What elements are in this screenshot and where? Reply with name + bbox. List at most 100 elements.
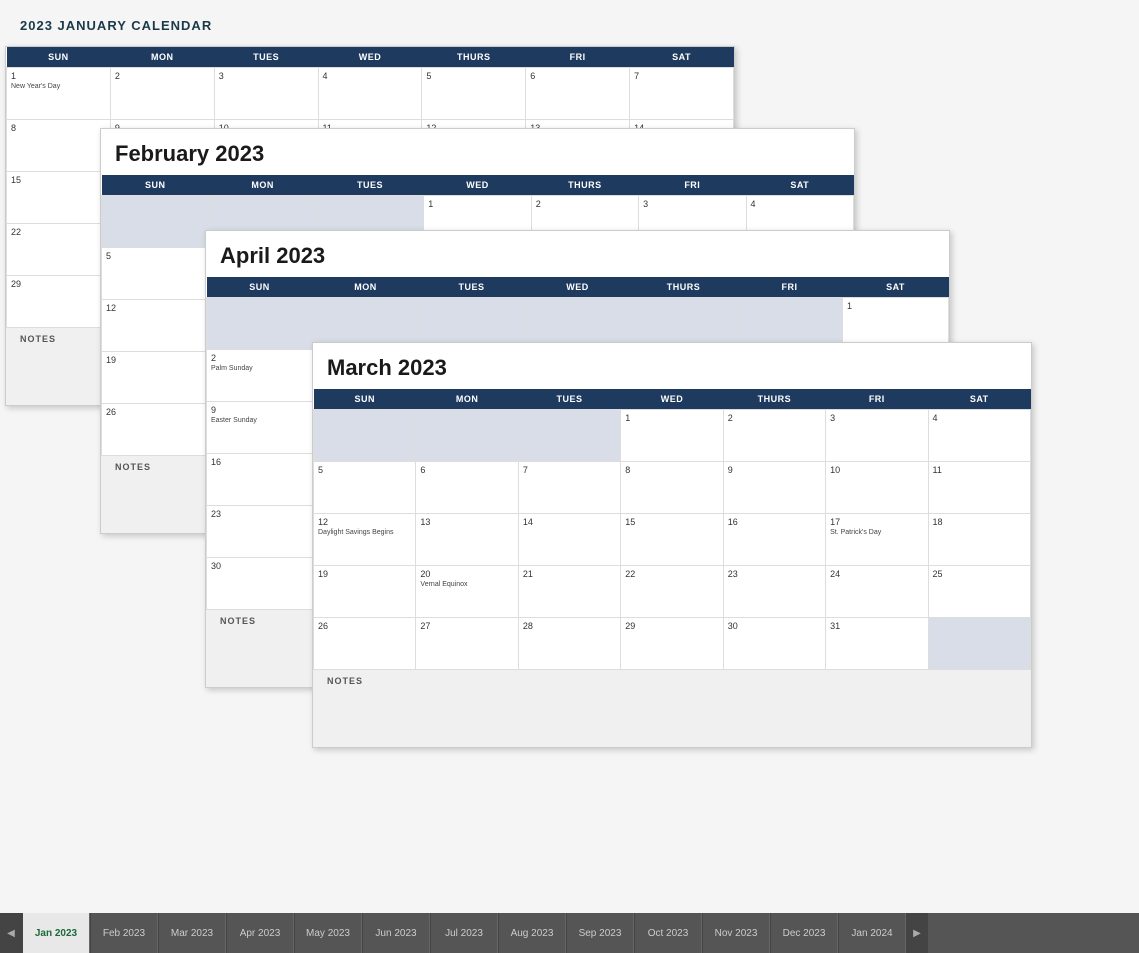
feb-title: February 2023 [101,129,854,175]
day-number: 21 [523,569,616,579]
tab-nov-2023[interactable]: Nov 2023 [702,913,770,953]
table-row: 7 [518,462,620,514]
tab-apr-2023[interactable]: Apr 2023 [226,913,294,953]
day-number: 7 [634,71,729,81]
day-number: 28 [523,621,616,631]
jan-sun-header: SUN [7,47,111,68]
feb-sun-header: SUN [102,175,209,196]
tab-bar-inner: ◀ Jan 2023 Feb 2023 Mar 2023 Apr 2023 Ma… [0,913,1139,953]
table-row: 22 [621,566,723,618]
mar-notes-label: NOTES [313,670,1031,692]
day-number: 29 [625,621,718,631]
page-title: 2023 JANUARY CALENDAR [20,18,1119,33]
table-row [102,196,209,248]
apr-mon-header: MON [313,277,419,298]
table-row: 6 [416,462,518,514]
jan-tues-header: TUES [214,47,318,68]
day-number: 16 [211,457,308,467]
day-number: 5 [106,251,204,261]
table-row: 5 [314,462,416,514]
tab-oct-2023[interactable]: Oct 2023 [634,913,702,953]
day-number: 30 [728,621,821,631]
march-calendar: March 2023 SUN MON TUES WED THURS FRI SA… [312,342,1032,748]
day-number: 12 [318,517,411,527]
tab-jan-2024[interactable]: Jan 2024 [838,913,906,953]
table-row: 10 [826,462,928,514]
table-row: 17St. Patrick's Day [826,514,928,566]
day-number: 13 [420,517,513,527]
table-row [928,618,1030,670]
day-number: 22 [625,569,718,579]
feb-tues-header: TUES [316,175,423,196]
day-number: 26 [106,407,204,417]
table-row: 2 [110,68,214,120]
day-number: 18 [933,517,1026,527]
table-row: 26 [314,618,416,670]
table-row: 2Palm Sunday [207,350,313,402]
tab-dec-2023[interactable]: Dec 2023 [770,913,838,953]
table-row: 26 [102,404,209,456]
tab-mar-2023[interactable]: Mar 2023 [158,913,226,953]
tab-may-2023[interactable]: May 2023 [294,913,362,953]
mar-title: March 2023 [313,343,1031,389]
day-number: 17 [830,517,923,527]
tab-jan-2023[interactable]: Jan 2023 [22,913,90,953]
tab-aug-2023[interactable]: Aug 2023 [498,913,566,953]
table-row: 1 [621,410,723,462]
apr-title: April 2023 [206,231,949,277]
day-number: 4 [933,413,1026,423]
mar-tues-header: TUES [518,389,620,410]
day-number: 24 [830,569,923,579]
day-number: 1 [428,199,526,209]
day-number: 2 [536,199,634,209]
table-row: 9 [723,462,825,514]
day-number: 27 [420,621,513,631]
table-row: 3 [826,410,928,462]
feb-wed-header: WED [424,175,531,196]
tab-feb-2023[interactable]: Feb 2023 [90,913,158,953]
table-row: 6 [526,68,630,120]
table-row: 15 [621,514,723,566]
table-row: 24 [826,566,928,618]
table-row: 18 [928,514,1030,566]
table-row: 28 [518,618,620,670]
table-row: 11 [928,462,1030,514]
day-number: 31 [830,621,923,631]
table-row: 21 [518,566,620,618]
day-number: 19 [106,355,204,365]
day-number: 6 [530,71,625,81]
table-row: 23 [723,566,825,618]
table-row: 4 [318,68,422,120]
mar-fri-header: FRI [826,389,928,410]
main-content: 2023 JANUARY CALENDAR January 2023 SUN M… [0,0,1139,913]
mar-wed-header: WED [621,389,723,410]
table-row: 31 [826,618,928,670]
apr-wed-header: WED [525,277,631,298]
day-number: 8 [11,123,106,133]
table-row: 25 [928,566,1030,618]
table-row: 16 [207,454,313,506]
tab-next-button[interactable]: ▶ [906,913,928,953]
tab-jun-2023[interactable]: Jun 2023 [362,913,430,953]
holiday-label: Palm Sunday [211,365,308,372]
day-number: 12 [106,303,204,313]
table-row: 5 [102,248,209,300]
day-number: 2 [115,71,210,81]
apr-thurs-header: THURS [631,277,737,298]
day-number: 1 [625,413,718,423]
mar-sat-header: SAT [928,389,1030,410]
table-row: 4 [928,410,1030,462]
tab-sep-2023[interactable]: Sep 2023 [566,913,634,953]
table-row: 22 [7,224,111,276]
day-number: 3 [643,199,741,209]
table-row: 8 [621,462,723,514]
table-row: 1New Year's Day [7,68,111,120]
tab-jul-2023[interactable]: Jul 2023 [430,913,498,953]
table-row: 16 [723,514,825,566]
tab-prev-button[interactable]: ◀ [0,913,22,953]
day-number: 2 [728,413,821,423]
day-number: 1 [847,301,944,311]
day-number: 22 [11,227,106,237]
mar-notes-area [313,692,1031,747]
table-row: 27 [416,618,518,670]
